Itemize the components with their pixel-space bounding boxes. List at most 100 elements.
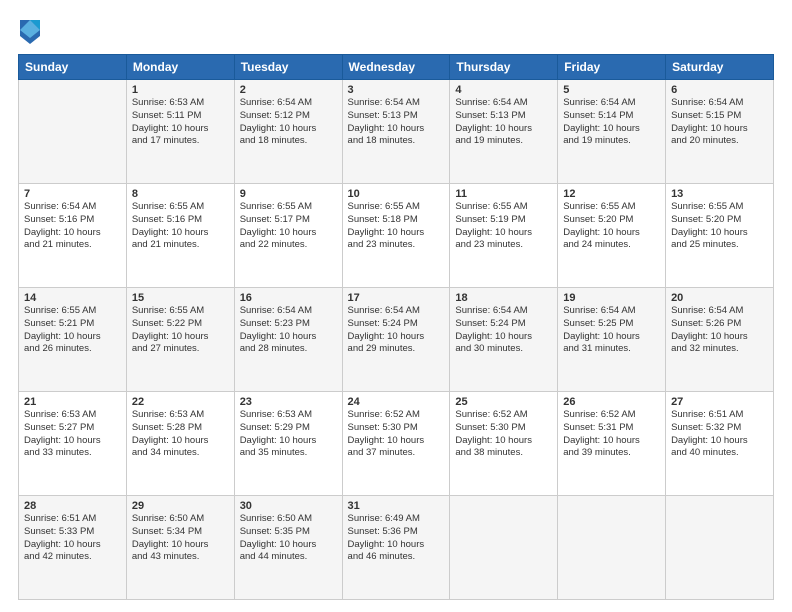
calendar-cell: 19Sunrise: 6:54 AM Sunset: 5:25 PM Dayli… [558, 288, 666, 392]
calendar-cell: 11Sunrise: 6:55 AM Sunset: 5:19 PM Dayli… [450, 184, 558, 288]
day-info: Sunrise: 6:54 AM Sunset: 5:12 PM Dayligh… [240, 97, 337, 148]
calendar-week-3: 14Sunrise: 6:55 AM Sunset: 5:21 PM Dayli… [19, 288, 774, 392]
day-info: Sunrise: 6:55 AM Sunset: 5:19 PM Dayligh… [455, 201, 552, 252]
day-info: Sunrise: 6:54 AM Sunset: 5:14 PM Dayligh… [563, 97, 660, 148]
calendar-table: SundayMondayTuesdayWednesdayThursdayFrid… [18, 54, 774, 600]
day-info: Sunrise: 6:49 AM Sunset: 5:36 PM Dayligh… [348, 513, 445, 564]
logo [18, 16, 46, 44]
day-number: 1 [132, 84, 229, 96]
calendar-cell: 3Sunrise: 6:54 AM Sunset: 5:13 PM Daylig… [342, 80, 450, 184]
calendar-cell: 16Sunrise: 6:54 AM Sunset: 5:23 PM Dayli… [234, 288, 342, 392]
calendar-page: SundayMondayTuesdayWednesdayThursdayFrid… [0, 0, 792, 612]
calendar-cell: 17Sunrise: 6:54 AM Sunset: 5:24 PM Dayli… [342, 288, 450, 392]
calendar-cell: 24Sunrise: 6:52 AM Sunset: 5:30 PM Dayli… [342, 392, 450, 496]
calendar-cell: 12Sunrise: 6:55 AM Sunset: 5:20 PM Dayli… [558, 184, 666, 288]
day-info: Sunrise: 6:54 AM Sunset: 5:25 PM Dayligh… [563, 305, 660, 356]
calendar-cell: 28Sunrise: 6:51 AM Sunset: 5:33 PM Dayli… [19, 496, 127, 600]
day-number: 19 [563, 292, 660, 304]
calendar-cell: 5Sunrise: 6:54 AM Sunset: 5:14 PM Daylig… [558, 80, 666, 184]
day-number: 11 [455, 188, 552, 200]
calendar-cell [450, 496, 558, 600]
day-info: Sunrise: 6:52 AM Sunset: 5:30 PM Dayligh… [348, 409, 445, 460]
day-info: Sunrise: 6:55 AM Sunset: 5:20 PM Dayligh… [671, 201, 768, 252]
day-info: Sunrise: 6:54 AM Sunset: 5:26 PM Dayligh… [671, 305, 768, 356]
day-info: Sunrise: 6:52 AM Sunset: 5:30 PM Dayligh… [455, 409, 552, 460]
day-number: 26 [563, 396, 660, 408]
calendar-cell: 23Sunrise: 6:53 AM Sunset: 5:29 PM Dayli… [234, 392, 342, 496]
calendar-cell: 10Sunrise: 6:55 AM Sunset: 5:18 PM Dayli… [342, 184, 450, 288]
day-info: Sunrise: 6:55 AM Sunset: 5:18 PM Dayligh… [348, 201, 445, 252]
calendar-cell: 9Sunrise: 6:55 AM Sunset: 5:17 PM Daylig… [234, 184, 342, 288]
day-info: Sunrise: 6:54 AM Sunset: 5:16 PM Dayligh… [24, 201, 121, 252]
day-number: 4 [455, 84, 552, 96]
calendar-cell: 25Sunrise: 6:52 AM Sunset: 5:30 PM Dayli… [450, 392, 558, 496]
calendar-week-1: 1Sunrise: 6:53 AM Sunset: 5:11 PM Daylig… [19, 80, 774, 184]
day-info: Sunrise: 6:53 AM Sunset: 5:29 PM Dayligh… [240, 409, 337, 460]
day-info: Sunrise: 6:55 AM Sunset: 5:17 PM Dayligh… [240, 201, 337, 252]
calendar-cell [558, 496, 666, 600]
weekday-header-sunday: Sunday [19, 55, 127, 80]
day-number: 15 [132, 292, 229, 304]
weekday-header-saturday: Saturday [666, 55, 774, 80]
day-number: 6 [671, 84, 768, 96]
weekday-header-friday: Friday [558, 55, 666, 80]
day-number: 25 [455, 396, 552, 408]
calendar-cell: 15Sunrise: 6:55 AM Sunset: 5:22 PM Dayli… [126, 288, 234, 392]
weekday-header-row: SundayMondayTuesdayWednesdayThursdayFrid… [19, 55, 774, 80]
day-number: 24 [348, 396, 445, 408]
day-number: 30 [240, 500, 337, 512]
day-number: 5 [563, 84, 660, 96]
calendar-cell [666, 496, 774, 600]
day-number: 9 [240, 188, 337, 200]
calendar-cell: 6Sunrise: 6:54 AM Sunset: 5:15 PM Daylig… [666, 80, 774, 184]
weekday-header-wednesday: Wednesday [342, 55, 450, 80]
calendar-week-5: 28Sunrise: 6:51 AM Sunset: 5:33 PM Dayli… [19, 496, 774, 600]
weekday-header-monday: Monday [126, 55, 234, 80]
calendar-cell: 2Sunrise: 6:54 AM Sunset: 5:12 PM Daylig… [234, 80, 342, 184]
day-number: 7 [24, 188, 121, 200]
day-number: 29 [132, 500, 229, 512]
day-number: 27 [671, 396, 768, 408]
day-number: 18 [455, 292, 552, 304]
day-number: 23 [240, 396, 337, 408]
day-number: 17 [348, 292, 445, 304]
day-number: 14 [24, 292, 121, 304]
day-number: 13 [671, 188, 768, 200]
day-info: Sunrise: 6:55 AM Sunset: 5:21 PM Dayligh… [24, 305, 121, 356]
day-info: Sunrise: 6:54 AM Sunset: 5:15 PM Dayligh… [671, 97, 768, 148]
calendar-cell: 7Sunrise: 6:54 AM Sunset: 5:16 PM Daylig… [19, 184, 127, 288]
day-number: 8 [132, 188, 229, 200]
weekday-header-tuesday: Tuesday [234, 55, 342, 80]
calendar-cell: 22Sunrise: 6:53 AM Sunset: 5:28 PM Dayli… [126, 392, 234, 496]
day-number: 3 [348, 84, 445, 96]
day-info: Sunrise: 6:55 AM Sunset: 5:20 PM Dayligh… [563, 201, 660, 252]
day-info: Sunrise: 6:52 AM Sunset: 5:31 PM Dayligh… [563, 409, 660, 460]
calendar-cell: 18Sunrise: 6:54 AM Sunset: 5:24 PM Dayli… [450, 288, 558, 392]
calendar-cell: 8Sunrise: 6:55 AM Sunset: 5:16 PM Daylig… [126, 184, 234, 288]
day-number: 21 [24, 396, 121, 408]
day-number: 16 [240, 292, 337, 304]
day-info: Sunrise: 6:53 AM Sunset: 5:27 PM Dayligh… [24, 409, 121, 460]
day-number: 20 [671, 292, 768, 304]
day-number: 10 [348, 188, 445, 200]
calendar-cell: 29Sunrise: 6:50 AM Sunset: 5:34 PM Dayli… [126, 496, 234, 600]
day-info: Sunrise: 6:51 AM Sunset: 5:33 PM Dayligh… [24, 513, 121, 564]
day-info: Sunrise: 6:50 AM Sunset: 5:34 PM Dayligh… [132, 513, 229, 564]
calendar-cell: 26Sunrise: 6:52 AM Sunset: 5:31 PM Dayli… [558, 392, 666, 496]
logo-icon [18, 16, 42, 44]
day-info: Sunrise: 6:53 AM Sunset: 5:28 PM Dayligh… [132, 409, 229, 460]
calendar-cell: 20Sunrise: 6:54 AM Sunset: 5:26 PM Dayli… [666, 288, 774, 392]
calendar-cell: 21Sunrise: 6:53 AM Sunset: 5:27 PM Dayli… [19, 392, 127, 496]
day-info: Sunrise: 6:54 AM Sunset: 5:13 PM Dayligh… [348, 97, 445, 148]
calendar-cell: 13Sunrise: 6:55 AM Sunset: 5:20 PM Dayli… [666, 184, 774, 288]
calendar-cell: 1Sunrise: 6:53 AM Sunset: 5:11 PM Daylig… [126, 80, 234, 184]
day-number: 28 [24, 500, 121, 512]
calendar-cell: 4Sunrise: 6:54 AM Sunset: 5:13 PM Daylig… [450, 80, 558, 184]
day-info: Sunrise: 6:54 AM Sunset: 5:23 PM Dayligh… [240, 305, 337, 356]
day-number: 31 [348, 500, 445, 512]
day-number: 2 [240, 84, 337, 96]
day-info: Sunrise: 6:54 AM Sunset: 5:24 PM Dayligh… [455, 305, 552, 356]
day-number: 12 [563, 188, 660, 200]
day-info: Sunrise: 6:53 AM Sunset: 5:11 PM Dayligh… [132, 97, 229, 148]
calendar-cell: 31Sunrise: 6:49 AM Sunset: 5:36 PM Dayli… [342, 496, 450, 600]
